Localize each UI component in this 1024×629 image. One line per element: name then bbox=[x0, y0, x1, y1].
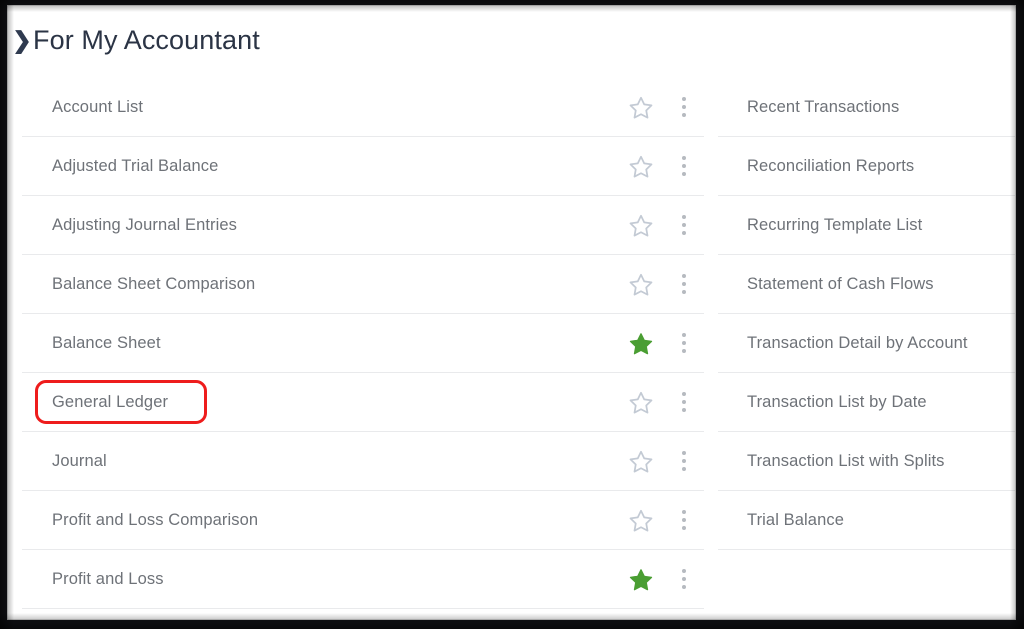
report-row[interactable]: Recurring Template List bbox=[718, 196, 1015, 255]
report-name[interactable]: Journal bbox=[52, 452, 618, 471]
report-name[interactable]: Recent Transactions bbox=[747, 98, 1015, 117]
report-name[interactable]: Transaction Detail by Account bbox=[747, 334, 1015, 353]
report-name[interactable]: General Ledger bbox=[52, 393, 618, 412]
screenshot-frame: ❯ For My Accountant Account List Adjusted… bbox=[0, 0, 1024, 629]
star-filled-icon[interactable] bbox=[618, 332, 664, 355]
more-options-icon[interactable] bbox=[664, 566, 704, 592]
section-header: ❯ For My Accountant bbox=[8, 18, 260, 62]
report-row[interactable]: Statement of Cash Flows bbox=[718, 255, 1015, 314]
report-row[interactable]: Balance Sheet bbox=[22, 314, 704, 373]
report-name[interactable]: Balance Sheet bbox=[52, 334, 618, 353]
report-name[interactable]: Recurring Template List bbox=[747, 216, 1015, 235]
report-columns: Account List Adjusted Trial Balance Adjust… bbox=[8, 78, 1015, 619]
more-options-icon[interactable] bbox=[664, 271, 704, 297]
report-name[interactable]: Transaction List by Date bbox=[747, 393, 1015, 412]
star-outline-icon[interactable] bbox=[618, 273, 664, 296]
report-name[interactable]: Balance Sheet Comparison bbox=[52, 275, 618, 294]
star-outline-icon[interactable] bbox=[618, 96, 664, 119]
report-row[interactable]: Transaction Detail by Account bbox=[718, 314, 1015, 373]
report-row[interactable]: Account List bbox=[22, 78, 704, 137]
report-column-right: Recent Transactions Reconciliation Report… bbox=[718, 78, 1015, 550]
report-row[interactable]: Adjusting Journal Entries bbox=[22, 196, 704, 255]
more-options-icon[interactable] bbox=[664, 507, 704, 533]
report-row[interactable]: Balance Sheet Comparison bbox=[22, 255, 704, 314]
report-name[interactable]: Adjusting Journal Entries bbox=[52, 216, 618, 235]
report-name[interactable]: Trial Balance bbox=[747, 511, 1015, 530]
more-options-icon[interactable] bbox=[664, 330, 704, 356]
star-outline-icon[interactable] bbox=[618, 391, 664, 414]
report-name[interactable]: Transaction List with Splits bbox=[747, 452, 1015, 471]
report-name[interactable]: Adjusted Trial Balance bbox=[52, 157, 618, 176]
report-name[interactable]: Profit and Loss Comparison bbox=[52, 511, 618, 530]
report-name[interactable]: Account List bbox=[52, 98, 618, 117]
star-filled-icon[interactable] bbox=[618, 568, 664, 591]
report-column-left: Account List Adjusted Trial Balance Adjust… bbox=[22, 78, 704, 609]
report-row[interactable]: Trial Balance bbox=[718, 491, 1015, 550]
star-outline-icon[interactable] bbox=[618, 509, 664, 532]
star-outline-icon[interactable] bbox=[618, 450, 664, 473]
report-row[interactable]: Profit and Loss Comparison bbox=[22, 491, 704, 550]
more-options-icon[interactable] bbox=[664, 153, 704, 179]
report-row[interactable]: Transaction List by Date bbox=[718, 373, 1015, 432]
report-row[interactable]: General Ledger bbox=[22, 373, 704, 432]
report-row[interactable]: Profit and Loss bbox=[22, 550, 704, 609]
more-options-icon[interactable] bbox=[664, 212, 704, 238]
report-row[interactable]: Transaction List with Splits bbox=[718, 432, 1015, 491]
report-list-panel: ❯ For My Accountant Account List Adjusted… bbox=[8, 6, 1015, 619]
chevron-right-icon[interactable]: ❯ bbox=[11, 28, 33, 52]
report-name[interactable]: Reconciliation Reports bbox=[747, 157, 1015, 176]
report-row[interactable]: Reconciliation Reports bbox=[718, 137, 1015, 196]
more-options-icon[interactable] bbox=[664, 94, 704, 120]
star-outline-icon[interactable] bbox=[618, 214, 664, 237]
star-outline-icon[interactable] bbox=[618, 155, 664, 178]
report-row[interactable]: Journal bbox=[22, 432, 704, 491]
page-title: For My Accountant bbox=[33, 24, 260, 55]
report-row[interactable]: Recent Transactions bbox=[718, 78, 1015, 137]
report-name[interactable]: Statement of Cash Flows bbox=[747, 275, 1015, 294]
report-name[interactable]: Profit and Loss bbox=[52, 570, 618, 589]
report-row[interactable]: Adjusted Trial Balance bbox=[22, 137, 704, 196]
more-options-icon[interactable] bbox=[664, 448, 704, 474]
more-options-icon[interactable] bbox=[664, 389, 704, 415]
